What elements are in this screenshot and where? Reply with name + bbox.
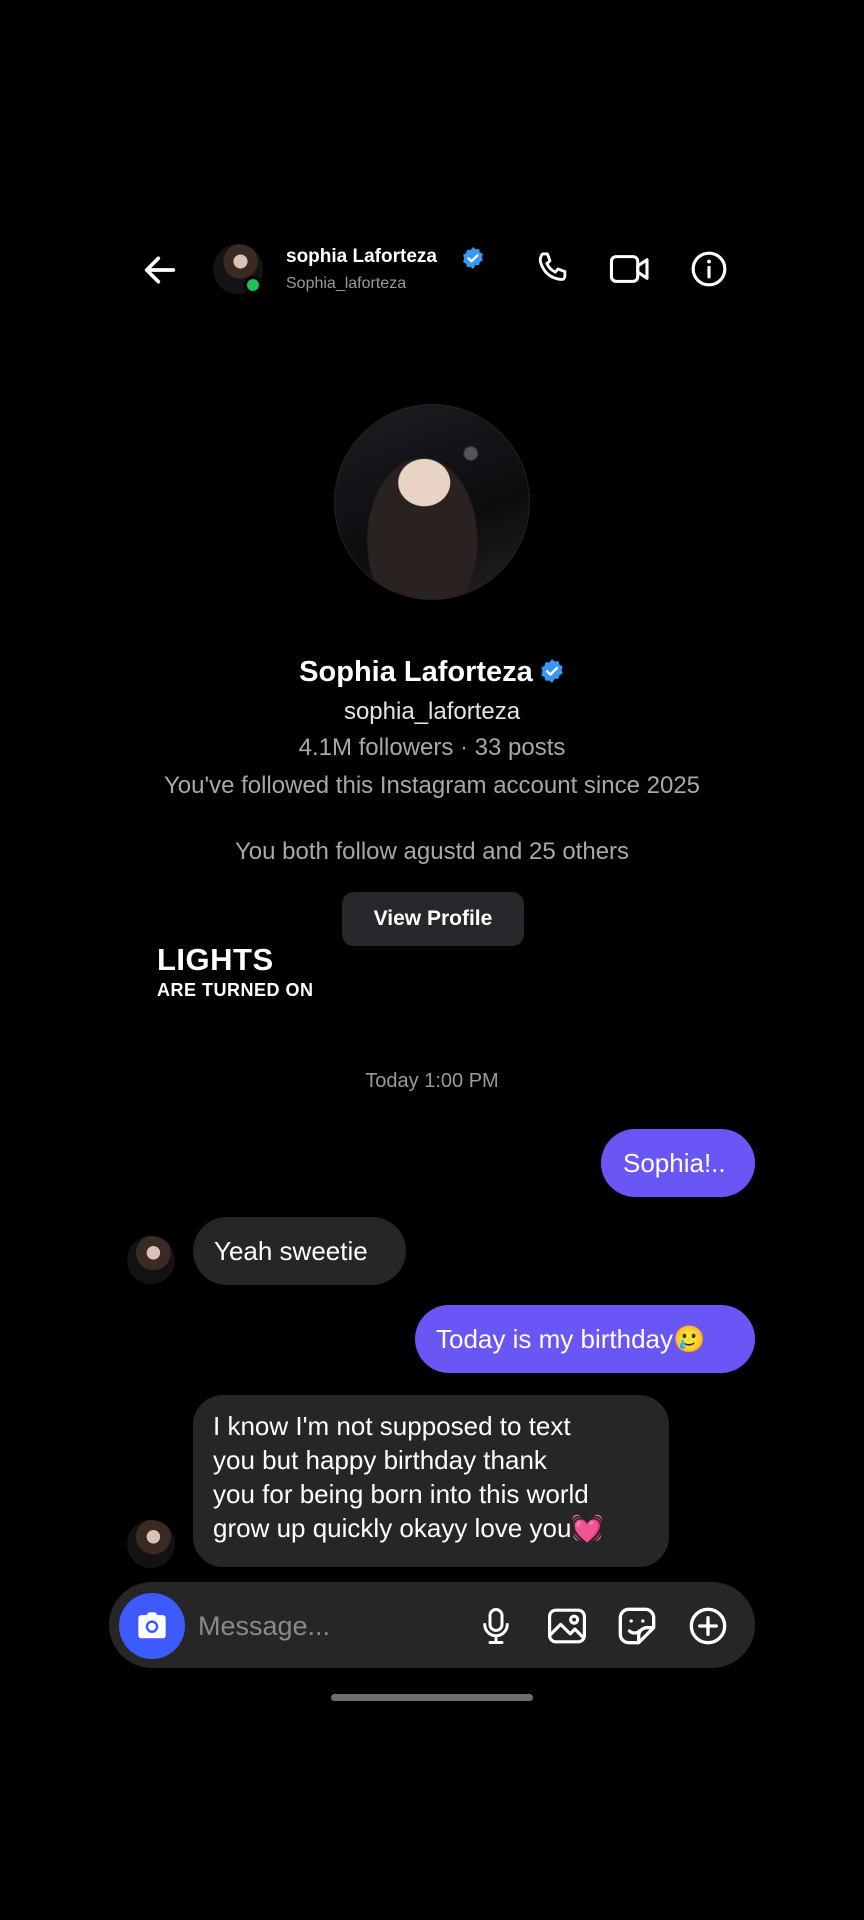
camera-button[interactable] <box>119 1593 185 1659</box>
message-line: you but happy birthday thank <box>213 1445 547 1475</box>
view-profile-button[interactable]: View Profile <box>342 892 524 946</box>
back-arrow-icon[interactable] <box>140 250 180 290</box>
profile-name: Sophia Laforteza <box>0 656 864 689</box>
gallery-icon[interactable] <box>546 1607 588 1645</box>
sender-avatar[interactable] <box>127 1236 175 1284</box>
plus-circle-icon[interactable] <box>688 1606 728 1646</box>
message-text: Sophia!.. <box>623 1148 726 1178</box>
sticker-icon[interactable] <box>617 1606 657 1646</box>
profile-photo[interactable] <box>334 404 530 600</box>
message-text: I know I'm not supposed to text you but … <box>213 1409 604 1545</box>
profile-name-text: Sophia Laforteza <box>299 656 533 688</box>
message-bubble-outgoing[interactable]: Sophia!.. <box>601 1129 755 1197</box>
mutual-followers-text: You both follow agustd and 25 others <box>234 838 630 865</box>
camera-icon <box>138 1612 166 1639</box>
message-line: I know I'm not supposed to text <box>213 1411 571 1441</box>
profile-stats: 4.1M followers · 33 posts <box>298 734 566 761</box>
message-text: Yeah sweetie <box>214 1236 368 1266</box>
sender-avatar[interactable] <box>127 1520 175 1568</box>
message-bubble-incoming[interactable]: Yeah sweetie <box>193 1217 406 1285</box>
message-line: grow up quickly okayy love you💓 <box>213 1513 604 1543</box>
phone-icon[interactable] <box>534 250 572 288</box>
profile-username: sophia_laforteza <box>343 698 521 725</box>
info-icon[interactable] <box>690 250 728 288</box>
message-bubble-outgoing[interactable]: Today is my birthday🥲 <box>415 1305 755 1373</box>
online-status-dot <box>244 276 262 294</box>
chat-timestamp: Today 1:00 PM <box>365 1070 499 1092</box>
header-name[interactable]: sophia Laforteza <box>286 246 437 268</box>
message-bubble-incoming[interactable]: I know I'm not supposed to text you but … <box>193 1395 669 1567</box>
verified-badge-icon <box>463 247 483 269</box>
overlay-caption-title: LIGHTS <box>157 942 274 977</box>
home-indicator[interactable] <box>331 1694 533 1701</box>
followed-since-text: You've followed this Instagram account s… <box>163 772 701 799</box>
video-camera-icon[interactable] <box>608 252 652 286</box>
message-line: you for being born into this world <box>213 1479 589 1509</box>
overlay-caption-subtitle: ARE TURNED ON <box>157 980 314 1000</box>
header-username[interactable]: Sophia_laforteza <box>286 275 406 293</box>
verified-badge-icon <box>541 659 563 683</box>
message-input[interactable] <box>198 1604 448 1648</box>
message-text: Today is my birthday🥲 <box>436 1324 706 1354</box>
microphone-icon[interactable] <box>478 1606 514 1646</box>
